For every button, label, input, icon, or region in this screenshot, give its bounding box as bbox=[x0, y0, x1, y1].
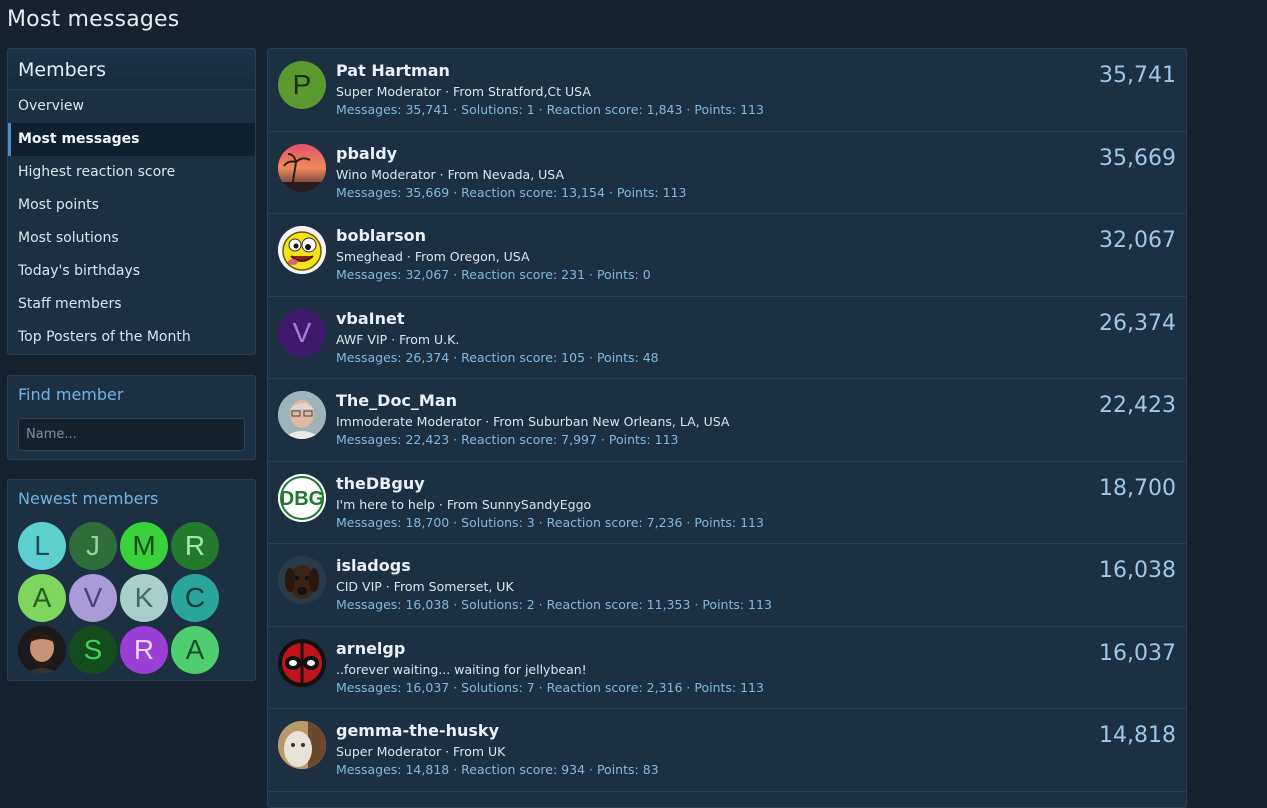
member-list: P Pat Hartman Super Moderator · From Strat… bbox=[267, 48, 1187, 808]
newest-member-avatar[interactable]: A bbox=[18, 574, 66, 622]
member-row: arnelgp ..forever waiting... waiting for … bbox=[268, 627, 1186, 709]
member-row: boblarson Smeghead · From Oregon, USA Mess… bbox=[268, 214, 1186, 297]
nav-item-most-solutions[interactable]: Most solutions bbox=[8, 222, 255, 255]
member-message-count: 16,037 bbox=[1099, 640, 1176, 666]
member-stats: Messages: 32,067 · Reaction score: 231 ·… bbox=[336, 267, 651, 282]
member-avatar[interactable] bbox=[278, 638, 326, 687]
nav-item-highest-reaction-score[interactable]: Highest reaction score bbox=[8, 156, 255, 189]
member-message-count: 26,374 bbox=[1099, 310, 1176, 336]
member-name-link[interactable]: boblarson bbox=[336, 226, 426, 245]
member-name-link[interactable]: theDBguy bbox=[336, 474, 425, 493]
member-title: Super Moderator · From UK bbox=[336, 744, 506, 759]
member-stats: Messages: 18,700 · Solutions: 3 · Reacti… bbox=[336, 514, 764, 530]
member-avatar[interactable] bbox=[278, 556, 326, 604]
member-name-input[interactable] bbox=[18, 418, 245, 451]
member-message-count: 14,818 bbox=[1099, 723, 1176, 748]
newest-member-avatar[interactable]: M bbox=[120, 522, 168, 570]
member-row: The_Doc_Man Immoderate Moderator · From S… bbox=[268, 379, 1186, 462]
member-stats: Messages: 16,038 · Solutions: 2 · Reacti… bbox=[336, 597, 772, 612]
member-avatar[interactable] bbox=[278, 391, 326, 439]
member-avatar[interactable] bbox=[278, 721, 326, 769]
newest-member-avatar[interactable]: R bbox=[120, 626, 168, 674]
member-stats: Messages: 35,741 · Solutions: 1 · Reacti… bbox=[336, 102, 764, 117]
svg-text:DBG: DBG bbox=[280, 488, 324, 510]
member-avatar[interactable]: P bbox=[278, 61, 326, 109]
nav-item-staff-members[interactable]: Staff members bbox=[8, 288, 255, 321]
member-title: AWF VIP · From U.K. bbox=[336, 331, 460, 347]
member-avatar[interactable] bbox=[278, 143, 326, 192]
newest-member-avatar[interactable]: C bbox=[171, 574, 219, 622]
member-title: Smeghead · From Oregon, USA bbox=[336, 249, 530, 264]
member-title: Immoderate Moderator · From Suburban New… bbox=[336, 414, 730, 429]
member-message-count: 22,423 bbox=[1099, 393, 1176, 418]
newest-member-avatar[interactable]: L bbox=[18, 522, 66, 570]
member-stats: Messages: 22,423 · Reaction score: 7,997… bbox=[336, 432, 679, 447]
newest-member-avatar[interactable]: K bbox=[120, 574, 168, 622]
newest-members-block: Newest members LJMRAVKCSRA bbox=[7, 479, 256, 681]
member-row: isladogs CID VIP · From Somerset, UK Messa… bbox=[268, 544, 1186, 627]
nav-item-overview[interactable]: Overview bbox=[8, 90, 255, 123]
newest-member-avatar[interactable]: J bbox=[69, 522, 117, 570]
newest-member-avatar[interactable]: V bbox=[69, 574, 117, 622]
find-member-title: Find member bbox=[18, 385, 124, 404]
member-stats: Messages: 14,818 · Reaction score: 934 ·… bbox=[336, 762, 659, 777]
member-row: DBG theDBguy I'm here to help · From Sunny… bbox=[268, 462, 1186, 544]
members-nav-list: Overview Most messages Highest reaction sc… bbox=[8, 90, 255, 354]
newest-members-title: Newest members bbox=[18, 489, 159, 508]
nav-item-most-points[interactable]: Most points bbox=[8, 189, 255, 222]
member-name-link[interactable]: arnelgp bbox=[336, 639, 405, 658]
find-member-block: Find member bbox=[7, 375, 256, 460]
members-block-title: Members bbox=[8, 49, 255, 90]
member-name-link[interactable]: pbaldy bbox=[336, 144, 397, 163]
page-title: Most messages bbox=[7, 7, 180, 32]
member-name-link[interactable]: vbaInet bbox=[336, 309, 405, 328]
member-title: Super Moderator · From Stratford,Ct USA bbox=[336, 84, 591, 99]
member-message-count: 32,067 bbox=[1099, 228, 1176, 253]
member-avatar[interactable]: V bbox=[278, 308, 326, 357]
member-stats: Messages: 16,037 · Solutions: 7 · Reacti… bbox=[336, 679, 764, 695]
members-nav-block: Members Overview Most messages Highest rea… bbox=[7, 48, 256, 355]
member-row: VvbaInet AWF VIP · From U.K. Messages: 26,… bbox=[268, 297, 1186, 379]
member-name-link[interactable]: isladogs bbox=[336, 556, 411, 575]
member-message-count: 35,669 bbox=[1099, 145, 1176, 171]
member-row: gemma-the-husky Super Moderator · From UK… bbox=[268, 709, 1186, 792]
member-avatar[interactable] bbox=[278, 226, 326, 274]
member-message-count: 35,741 bbox=[1099, 63, 1176, 88]
newest-member-avatar[interactable]: S bbox=[69, 626, 117, 674]
member-avatar[interactable]: DBG bbox=[278, 473, 326, 522]
member-message-count: 16,038 bbox=[1099, 558, 1176, 583]
newest-member-avatar[interactable]: A bbox=[171, 626, 219, 674]
newest-members-grid: LJMRAVKCSRA bbox=[18, 522, 219, 674]
newest-member-avatar-photo[interactable] bbox=[18, 626, 66, 674]
member-name-link[interactable]: gemma-the-husky bbox=[336, 721, 499, 740]
member-row: pbaldy Wino Moderator · From Nevada, USA M… bbox=[268, 132, 1186, 214]
nav-item-most-messages[interactable]: Most messages bbox=[8, 123, 255, 156]
member-title: Wino Moderator · From Nevada, USA bbox=[336, 166, 565, 182]
nav-item-today-s-birthdays[interactable]: Today's birthdays bbox=[8, 255, 255, 288]
member-stats: Messages: 35,669 · Reaction score: 13,15… bbox=[336, 184, 687, 200]
newest-member-avatar[interactable]: R bbox=[171, 522, 219, 570]
member-row: P Pat Hartman Super Moderator · From Strat… bbox=[268, 49, 1186, 132]
member-name-link[interactable]: Pat Hartman bbox=[336, 61, 450, 80]
nav-item-top-posters-of-the-month[interactable]: Top Posters of the Month bbox=[8, 321, 255, 354]
member-message-count: 18,700 bbox=[1099, 475, 1176, 501]
member-title: I'm here to help · From SunnySandyEggo bbox=[336, 496, 592, 512]
member-name-link[interactable]: The_Doc_Man bbox=[336, 391, 457, 410]
member-title: CID VIP · From Somerset, UK bbox=[336, 579, 514, 594]
member-title: ..forever waiting... waiting for jellybe… bbox=[336, 661, 587, 677]
member-stats: Messages: 26,374 · Reaction score: 105 ·… bbox=[336, 349, 659, 365]
